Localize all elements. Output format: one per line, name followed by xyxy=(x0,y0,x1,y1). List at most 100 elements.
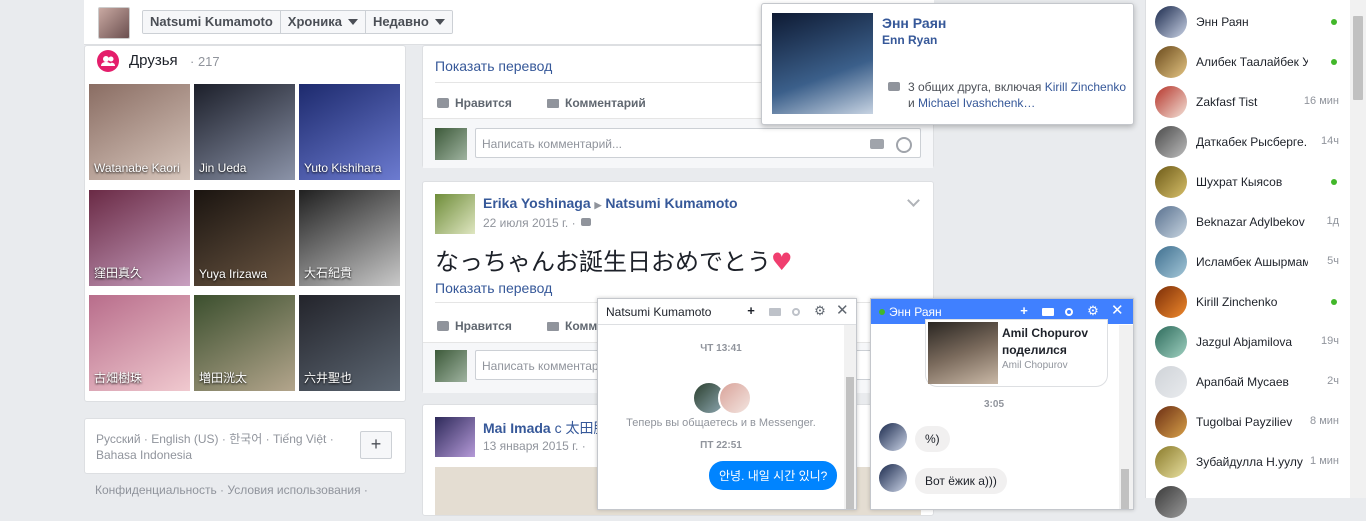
friend-tile[interactable]: Yuto Kishihara xyxy=(299,84,400,180)
friend-name[interactable]: Yuya Irizawa xyxy=(199,267,267,281)
friend-tile[interactable]: 窪田真久 xyxy=(89,190,190,286)
chevron-down-icon[interactable] xyxy=(907,194,920,207)
gear-icon[interactable]: ⚙ xyxy=(814,304,826,317)
phone-icon[interactable] xyxy=(1065,308,1073,316)
author-avatar[interactable] xyxy=(435,194,475,234)
post-date[interactable]: 13 января 2015 г. · xyxy=(483,439,586,453)
contact-avatar xyxy=(1155,46,1187,78)
mutual-friend-link[interactable]: Kirill Zinchenko xyxy=(1045,80,1126,94)
friend-tile[interactable]: Jin Ueda xyxy=(194,84,295,180)
avatar xyxy=(879,464,907,492)
comment-label: Комментарий xyxy=(565,96,646,110)
shared-post-card[interactable]: Amil Chopurov поделился Amil Chopurov xyxy=(925,319,1108,387)
close-icon[interactable]: ✕ xyxy=(836,303,849,318)
comment-button[interactable]: Комм xyxy=(547,319,597,333)
profile-avatar[interactable] xyxy=(98,7,130,39)
like-button[interactable]: Нравится xyxy=(437,96,512,110)
tab-profile-name[interactable]: Natsumi Kumamoto xyxy=(143,11,281,33)
see-translation-link[interactable]: Показать перевод xyxy=(435,58,552,74)
contact-row[interactable]: Tugolbai Payziliev 8 мин xyxy=(1146,401,1351,441)
target-link[interactable]: Natsumi Kumamoto xyxy=(605,195,737,211)
contact-name: Зубайдулла Н.уулу xyxy=(1196,455,1303,469)
hovercard-name[interactable]: Энн Раян xyxy=(882,15,946,31)
timeline-tabs: Natsumi Kumamoto Хроника Недавно xyxy=(142,10,453,34)
contact-name: Beknazar Adylbekov xyxy=(1196,215,1305,229)
like-button[interactable]: Нравится xyxy=(437,319,512,333)
add-people-icon[interactable]: + xyxy=(1018,304,1030,317)
gear-icon[interactable]: ⚙ xyxy=(1087,304,1099,317)
scrollbar-thumb[interactable] xyxy=(1353,16,1363,100)
author-link[interactable]: Mai Imada xyxy=(483,420,551,436)
contact-row[interactable]: Арапбай Мусаев 2ч xyxy=(1146,361,1351,401)
tab-recent[interactable]: Недавно xyxy=(365,11,452,33)
like-icon xyxy=(437,321,449,331)
friend-tile[interactable]: 六井聖也 xyxy=(299,295,400,391)
like-icon xyxy=(437,98,449,108)
online-indicator xyxy=(1331,19,1337,25)
contact-row[interactable]: Даткабек Рысберге... 14ч xyxy=(1146,121,1351,161)
contact-row[interactable]: Kirill Zinchenko xyxy=(1146,281,1351,321)
friend-tile[interactable]: Yuya Irizawa xyxy=(194,190,295,286)
language-links[interactable]: Русский · English (US) · 한국어 · Tiếng Việ… xyxy=(96,431,356,463)
tab-timeline[interactable]: Хроника xyxy=(280,11,366,33)
contact-row[interactable]: Jazgul Abjamilova 19ч xyxy=(1146,321,1351,361)
post-text: なっちゃんお誕生日おめでとう♥ xyxy=(435,242,793,277)
chat-title[interactable]: Natsumi Kumamoto xyxy=(606,305,711,319)
friend-name[interactable]: 窪田真久 xyxy=(94,264,142,281)
message-bubble-outgoing: 안녕. 내일 시간 있니? xyxy=(709,461,838,490)
add-people-icon[interactable]: + xyxy=(745,304,757,317)
scrollbar-thumb[interactable] xyxy=(846,377,854,509)
video-call-icon[interactable] xyxy=(1042,308,1054,316)
message-bubble-incoming: Вот ёжик а))) xyxy=(915,468,1007,494)
contact-row[interactable]: Zakfasf Tist 16 мин xyxy=(1146,81,1351,121)
shared-name: Amil Chopurov xyxy=(1002,326,1088,340)
contact-avatar xyxy=(1155,86,1187,118)
contact-row[interactable]: Шухрат Кыясов xyxy=(1146,161,1351,201)
friend-name[interactable]: 六井聖也 xyxy=(304,369,352,386)
contact-name: Шухрат Кыясов xyxy=(1196,175,1283,189)
hovercard-photo[interactable] xyxy=(772,13,873,114)
mutual-friend-link[interactable]: Michael Ivashchenk… xyxy=(918,96,1035,110)
friend-tile[interactable]: 大石紀貴 xyxy=(299,190,400,286)
phone-icon[interactable] xyxy=(792,308,800,316)
post-date[interactable]: 22 июля 2015 г. · xyxy=(483,216,576,230)
add-language-button[interactable]: + xyxy=(360,431,392,459)
contact-name: Даткабек Рысберге... xyxy=(1196,135,1308,149)
contact-row[interactable]: Исламбек Ашырмам... 5ч xyxy=(1146,241,1351,281)
last-active-time: 1д xyxy=(1326,215,1339,227)
chevron-down-icon xyxy=(347,19,358,25)
timestamp: 3:05 xyxy=(983,399,1004,410)
see-translation-link[interactable]: Показать перевод xyxy=(435,280,552,296)
close-icon[interactable]: ✕ xyxy=(1111,303,1124,318)
friend-name[interactable]: 大石紀貴 xyxy=(304,264,352,281)
author-avatar[interactable] xyxy=(435,417,475,457)
friend-name[interactable]: Watanabe Kaori xyxy=(94,161,180,175)
contact-row[interactable]: Beknazar Adylbekov 1д xyxy=(1146,201,1351,241)
friend-name[interactable]: 古畑樹珠 xyxy=(94,369,142,386)
comment-button[interactable]: Комментарий xyxy=(547,96,646,110)
friend-tile[interactable]: 増田洸太 xyxy=(194,295,295,391)
contact-avatar xyxy=(1155,6,1187,38)
author-link[interactable]: Erika Yoshinaga xyxy=(483,195,591,211)
friend-name[interactable]: Yuto Kishihara xyxy=(304,161,381,175)
contact-row[interactable]: Энн Раян xyxy=(1146,1,1351,41)
comment-input[interactable]: Написать комментарий... xyxy=(475,128,921,158)
contact-row[interactable] xyxy=(1146,481,1351,521)
video-call-icon[interactable] xyxy=(769,308,781,316)
contact-row[interactable]: Зубайдулла Н.уулу 1 мин xyxy=(1146,441,1351,481)
friend-tile[interactable]: Watanabe Kaori xyxy=(89,84,190,180)
chat-title[interactable]: Энн Раян xyxy=(889,305,942,319)
chat-header[interactable]: Natsumi Kumamoto + ⚙ ✕ xyxy=(598,299,856,325)
friend-name[interactable]: 増田洸太 xyxy=(199,369,247,386)
contact-row[interactable]: Алибек Таалайбек У... xyxy=(1146,41,1351,81)
arrow-icon: ▶ xyxy=(594,200,602,210)
friend-name[interactable]: Jin Ueda xyxy=(199,161,246,175)
audience-icon[interactable] xyxy=(581,218,591,226)
friend-tile[interactable]: 古畑樹珠 xyxy=(89,295,190,391)
hovercard-alt-name: Enn Ryan xyxy=(882,33,938,47)
friends-title[interactable]: Друзья xyxy=(129,52,178,69)
camera-icon[interactable] xyxy=(870,139,884,149)
footer-links[interactable]: Конфиденциальность · Условия использован… xyxy=(95,483,368,497)
emoji-icon[interactable] xyxy=(896,137,912,153)
scrollbar-thumb[interactable] xyxy=(1121,469,1129,509)
